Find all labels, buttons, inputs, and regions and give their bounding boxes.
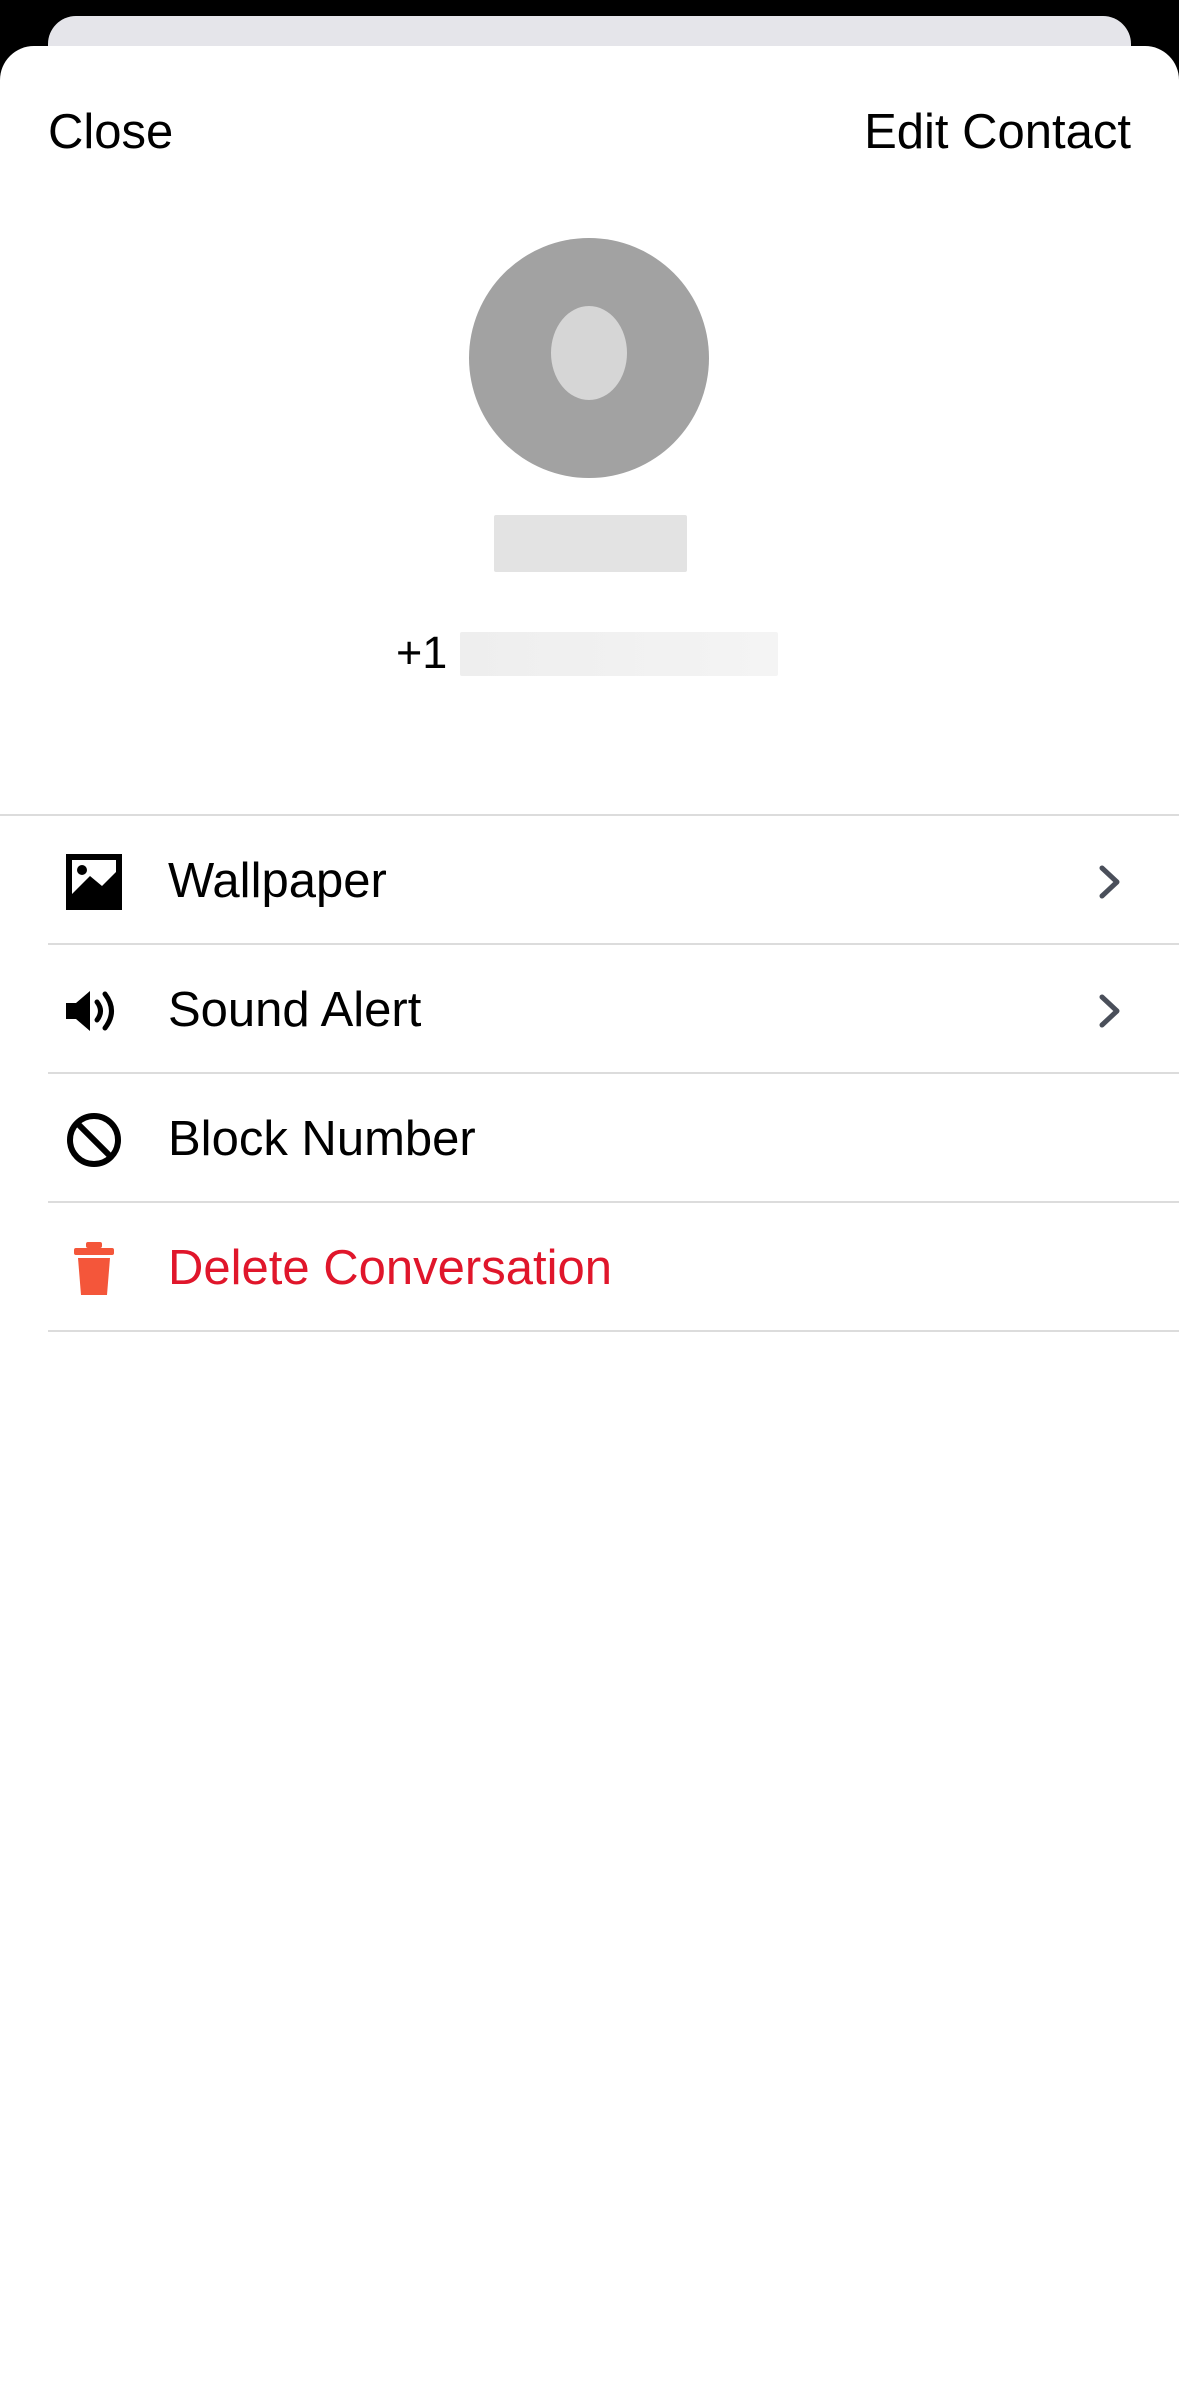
wallpaper-label: Wallpaper: [168, 854, 387, 908]
wallpaper-row[interactable]: Wallpaper: [0, 816, 1179, 945]
close-button[interactable]: Close: [48, 102, 173, 162]
contact-name-redacted: [494, 515, 687, 572]
edit-contact-button[interactable]: Edit Contact: [864, 102, 1131, 162]
phone-prefix: +1: [396, 627, 448, 678]
block-number-label: Block Number: [168, 1112, 476, 1166]
chevron-right-icon: [1099, 994, 1120, 1028]
block-number-row[interactable]: Block Number: [0, 1074, 1179, 1203]
speaker-icon: [66, 991, 114, 1031]
sound-alert-row[interactable]: Sound Alert: [0, 945, 1179, 1074]
options-list: Wallpaper Sound Alert Block Number Delet…: [0, 816, 1179, 1332]
image-icon: [66, 854, 122, 910]
delete-conversation-row[interactable]: Delete Conversation: [0, 1203, 1179, 1332]
trash-icon: [74, 1242, 114, 1295]
avatar-placeholder-icon: [551, 306, 627, 400]
delete-conversation-label: Delete Conversation: [168, 1241, 612, 1295]
block-icon: [67, 1113, 121, 1167]
sound-alert-label: Sound Alert: [168, 983, 422, 1037]
contact-details-sheet: Close Edit Contact +1 Wallpaper Sound Al…: [0, 46, 1179, 2396]
avatar: [469, 238, 709, 478]
chevron-right-icon: [1099, 865, 1120, 899]
phone-number-redacted: [460, 632, 778, 676]
